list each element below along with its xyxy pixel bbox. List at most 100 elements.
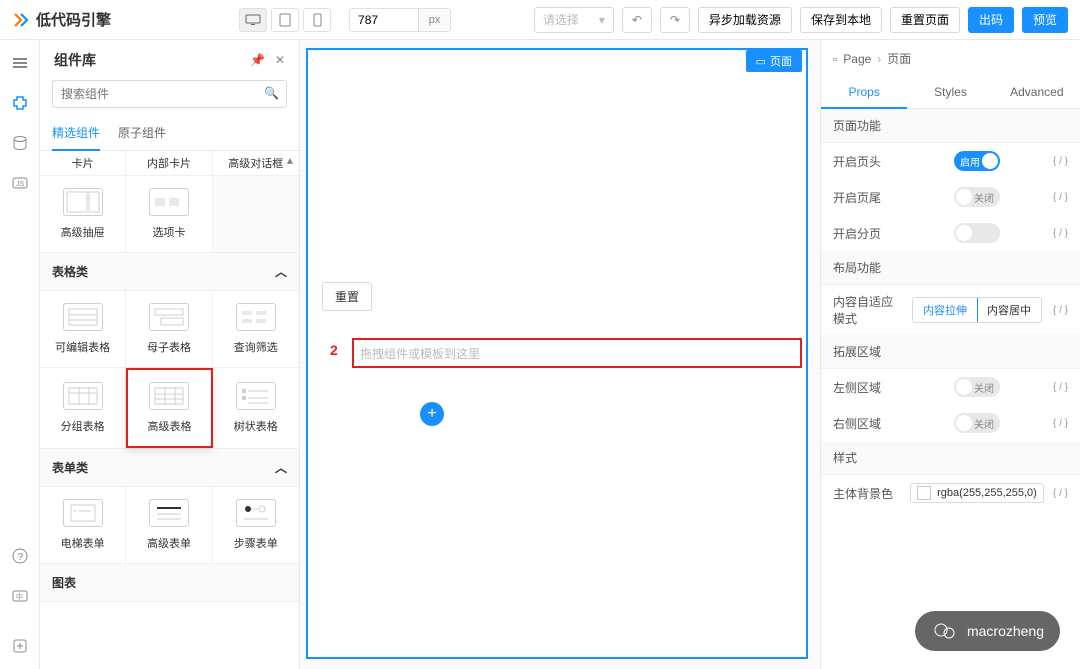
- drop-placeholder: 拖拽组件或模板到这里: [360, 345, 480, 362]
- component-list: 卡片 内部卡片 高级对话框▴ 高级抽屉 选项卡 表格类︿ 可编辑表格 母子表格 …: [40, 151, 299, 669]
- left-rail: JS ? 中: [0, 40, 40, 669]
- export-code-button[interactable]: 出码: [968, 7, 1014, 33]
- watermark: macrozheng: [915, 611, 1060, 651]
- section-layout: 布局功能: [821, 251, 1080, 285]
- seg-center[interactable]: 内容居中: [977, 298, 1041, 322]
- cfg-link[interactable]: { / }: [1053, 488, 1068, 499]
- drop-zone[interactable]: 拖拽组件或模板到这里: [352, 338, 802, 368]
- cfg-link[interactable]: { / }: [1053, 228, 1068, 239]
- cfg-link[interactable]: { / }: [1053, 192, 1068, 203]
- comp-group-table[interactable]: 1分组表格: [40, 368, 126, 448]
- tab-styles[interactable]: Styles: [907, 77, 993, 108]
- select-placeholder: 请选择: [543, 11, 579, 28]
- search-input[interactable]: [52, 80, 287, 108]
- chevron-down-icon: ▾: [599, 13, 605, 27]
- cfg-link[interactable]: { / }: [1053, 305, 1068, 316]
- chevron-up-icon: ︿: [275, 459, 287, 476]
- tab-props[interactable]: Props: [821, 77, 907, 109]
- seg-stretch[interactable]: 内容拉伸: [912, 297, 978, 323]
- rail-export-icon[interactable]: [11, 637, 29, 655]
- save-local-button[interactable]: 保存到本地: [800, 7, 882, 33]
- tab-advanced[interactable]: Advanced: [994, 77, 1080, 108]
- viewport-tablet[interactable]: [271, 8, 299, 32]
- comp-elevator-form[interactable]: 电梯表单: [40, 487, 126, 563]
- prop-footer-label: 开启页尾: [833, 189, 901, 206]
- switch-header[interactable]: 启用: [954, 151, 1000, 171]
- canvas-area: ▭页面 重置 2 拖拽组件或模板到这里 +: [300, 40, 820, 669]
- prop-header-label: 开启页头: [833, 153, 901, 170]
- prop-bg-label: 主体背景色: [833, 485, 901, 502]
- prop-right-area-label: 右侧区域: [833, 415, 901, 432]
- page-icon: ▭: [756, 55, 766, 68]
- close-icon[interactable]: ✕: [275, 53, 285, 67]
- width-unit: px: [419, 8, 451, 32]
- bg-color-input[interactable]: rgba(255,255,255,0): [910, 483, 1044, 503]
- watermark-text: macrozheng: [967, 623, 1044, 639]
- cfg-link[interactable]: { / }: [1053, 382, 1068, 393]
- component-panel: 组件库 📌 ✕ 🔍 精选组件 原子组件 卡片 内部卡片 高级对话框▴ 高级抽屉 …: [40, 40, 300, 669]
- undo-button[interactable]: ↶: [622, 7, 652, 33]
- comp-advanced-form[interactable]: 高级表单: [126, 487, 212, 563]
- reset-page-button[interactable]: 重置页面: [890, 7, 960, 33]
- comp-adv-dialog[interactable]: 高级对话框▴: [213, 151, 299, 175]
- rail-data-icon[interactable]: [11, 134, 29, 152]
- svg-text:中: 中: [16, 592, 23, 601]
- crumb-current[interactable]: 页面: [887, 50, 911, 67]
- chevron-up-icon: ︿: [275, 263, 287, 280]
- tab-atomic[interactable]: 原子组件: [118, 116, 166, 150]
- cat-image[interactable]: 图表: [40, 564, 299, 602]
- inspector-tabs: Props Styles Advanced: [821, 77, 1080, 109]
- viewport-mobile[interactable]: [303, 8, 331, 32]
- fit-segmented: 内容拉伸 内容居中: [912, 297, 1042, 323]
- comp-inner-card[interactable]: 内部卡片: [126, 151, 212, 175]
- switch-left-area[interactable]: 关闭: [954, 377, 1000, 397]
- rail-components-icon[interactable]: [11, 94, 29, 112]
- comp-card[interactable]: 卡片: [40, 151, 126, 175]
- comp-tree-table[interactable]: 树状表格: [213, 368, 299, 448]
- crumb-root[interactable]: Page: [843, 52, 871, 66]
- reset-chip[interactable]: 重置: [322, 282, 372, 311]
- cat-table[interactable]: 表格类︿: [40, 253, 299, 291]
- comp-drawer[interactable]: 高级抽屉: [40, 176, 126, 252]
- top-bar: 低代码引擎 px 请选择 ▾ ↶ ↷ 异步加载资源 保存到本地 重置页面 出码 …: [0, 0, 1080, 40]
- async-load-button[interactable]: 异步加载资源: [698, 7, 792, 33]
- app-logo: 低代码引擎: [12, 9, 111, 30]
- prop-pagination-label: 开启分页: [833, 225, 901, 242]
- page-tag[interactable]: ▭页面: [746, 50, 802, 72]
- comp-advanced-table[interactable]: 高级表格: [126, 368, 212, 448]
- switch-footer[interactable]: 关闭: [954, 187, 1000, 207]
- prop-fit-label: 内容自适应 模式: [833, 293, 901, 327]
- chevron-right-icon: ›: [877, 52, 881, 66]
- add-button[interactable]: +: [420, 402, 444, 426]
- bg-color-value: rgba(255,255,255,0): [937, 487, 1037, 499]
- switch-right-area[interactable]: 关闭: [954, 413, 1000, 433]
- comp-query-filter[interactable]: 查询筛选: [213, 291, 299, 367]
- chevron-up-icon: ▴: [287, 153, 293, 167]
- width-field[interactable]: [349, 8, 419, 32]
- cfg-link[interactable]: { / }: [1053, 418, 1068, 429]
- rail-js-icon[interactable]: JS: [11, 174, 29, 192]
- comp-editable-table[interactable]: 可编辑表格: [40, 291, 126, 367]
- preview-button[interactable]: 预览: [1022, 7, 1068, 33]
- viewport-desktop[interactable]: [239, 8, 267, 32]
- inspector-panel: ▫ Page › 页面 Props Styles Advanced 页面功能 开…: [820, 40, 1080, 669]
- redo-button[interactable]: ↷: [660, 7, 690, 33]
- crumb-icon: ▫: [833, 52, 837, 66]
- switch-pagination[interactable]: [954, 223, 1000, 243]
- cfg-link[interactable]: { / }: [1053, 156, 1068, 167]
- rail-help-icon[interactable]: ?: [11, 547, 29, 565]
- comp-parent-child-table[interactable]: 母子表格: [126, 291, 212, 367]
- component-search: 🔍: [52, 80, 287, 108]
- top-select[interactable]: 请选择 ▾: [534, 7, 614, 33]
- rail-outline-icon[interactable]: [11, 54, 29, 72]
- search-icon: 🔍: [264, 86, 279, 100]
- comp-step-form[interactable]: 步骤表单: [213, 487, 299, 563]
- logo-icon: [12, 11, 30, 29]
- cat-form[interactable]: 表单类︿: [40, 449, 299, 487]
- tab-featured[interactable]: 精选组件: [52, 116, 100, 151]
- rail-lang-icon[interactable]: 中: [11, 587, 29, 605]
- svg-text:JS: JS: [16, 181, 25, 188]
- comp-tabs[interactable]: 选项卡: [126, 176, 212, 252]
- pin-icon[interactable]: 📌: [250, 53, 265, 67]
- section-page: 页面功能: [821, 109, 1080, 143]
